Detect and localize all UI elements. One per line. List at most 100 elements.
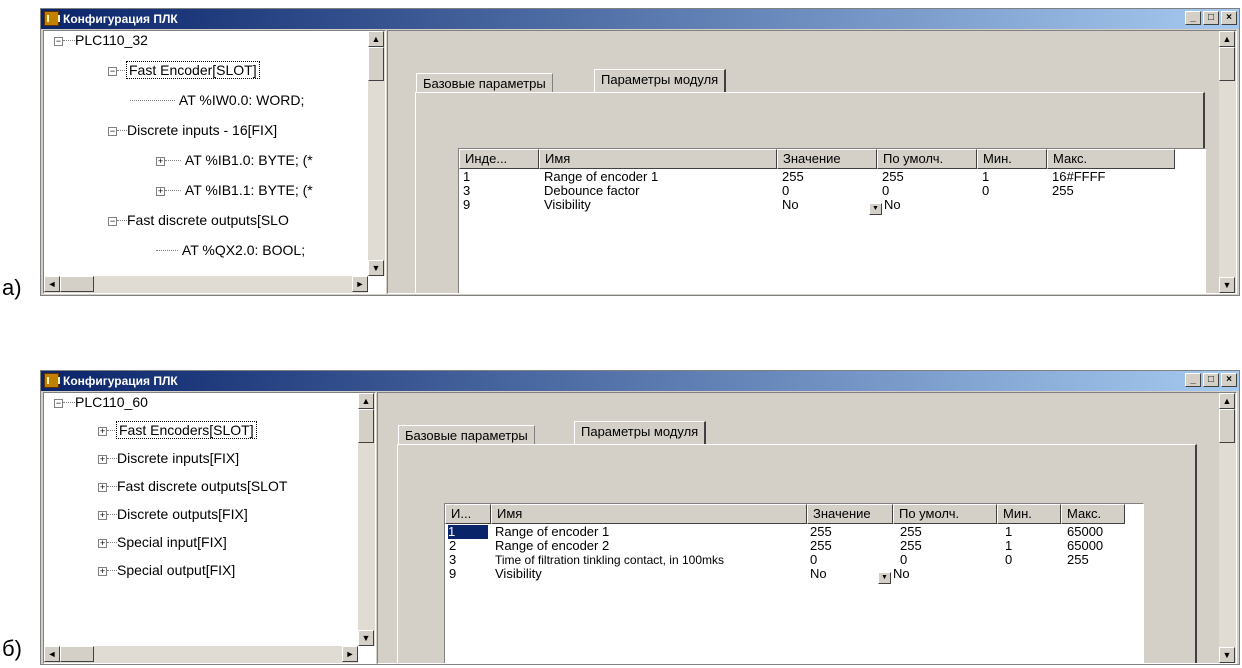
scroll-thumb[interactable] [368,47,384,81]
tab-module-params[interactable]: Параметры модуля [574,421,707,445]
scroll-thumb[interactable] [1219,47,1235,81]
cell-value[interactable]: 255 [782,170,804,184]
scroll-thumb[interactable] [60,276,94,292]
column-header-max[interactable]: Макс. [1047,149,1175,169]
scroll-left-icon[interactable]: ◄ [44,646,60,662]
scroll-up-icon[interactable]: ▲ [1219,393,1235,409]
tree-horizontal-scrollbar[interactable]: ◄ ► [44,276,368,293]
plc-config-window-a: Конфигурация ПЛК _ □ × − PLC110_32 − Fast … [40,8,1240,296]
cell-default: No [893,566,910,581]
tab-module-params[interactable]: Параметры модуля [594,69,727,93]
tab-base-params[interactable]: Базовые параметры [416,73,553,94]
tree-horizontal-scrollbar[interactable]: ◄ ► [44,646,358,663]
minimize-button[interactable]: _ [1185,11,1201,25]
cell-value[interactable]: 0 [810,553,817,567]
scroll-down-icon[interactable]: ▼ [358,630,374,646]
column-header-default[interactable]: По умолч. [893,504,997,524]
collapse-icon[interactable]: − [54,399,63,408]
scroll-down-icon[interactable]: ▼ [1219,277,1235,293]
cell-index[interactable]: 1 [463,170,470,184]
column-header-default[interactable]: По умолч. [877,149,977,169]
cell-value[interactable]: 0 [782,184,789,198]
scroll-down-icon[interactable]: ▼ [368,260,384,276]
column-header-min[interactable]: Мин. [977,149,1047,169]
expand-icon[interactable]: + [98,483,107,492]
collapse-icon[interactable]: − [108,67,117,76]
scroll-thumb[interactable] [1219,409,1235,443]
tree-vertical-scrollbar[interactable]: ▲ ▼ [358,393,375,646]
collapse-icon[interactable]: − [54,37,63,46]
tree-node-fast-discrete-outputs[interactable]: + Fast discrete outputs[SLOT [98,477,287,495]
scroll-right-icon[interactable]: ► [342,646,358,662]
maximize-button[interactable]: □ [1203,373,1219,387]
tree-node-io-channel[interactable]: AT %IW0.0: WORD; [130,91,304,109]
column-header-max[interactable]: Макс. [1061,504,1125,524]
expand-icon[interactable]: + [98,511,107,520]
tree-node-root[interactable]: − PLC110_60 [54,393,148,411]
cell-index[interactable]: 3 [449,553,456,567]
cell-name: Debounce factor [544,183,640,198]
tree-node-fast-encoder[interactable]: − Fast Encoder[SLOT] [108,61,260,79]
minimize-button[interactable]: _ [1185,373,1201,387]
dropdown-arrow-icon[interactable]: ▼ [869,203,882,215]
tree-node-root[interactable]: − PLC110_32 [54,31,148,49]
tree-node-discrete-inputs[interactable]: + Discrete inputs[FIX] [98,449,239,467]
cell-value[interactable]: No [782,198,799,212]
maximize-icon: □ [1207,12,1215,23]
minimize-icon: _ [1190,12,1196,23]
cell-index[interactable]: 2 [449,539,456,553]
expand-icon[interactable]: + [156,157,165,166]
tree-node-special-input[interactable]: + Special input[FIX] [98,533,227,551]
column-header-value[interactable]: Значение [807,504,893,524]
cell-index[interactable]: 1 [447,524,489,540]
expand-icon[interactable]: + [98,455,107,464]
tree-vertical-scrollbar[interactable]: ▲ ▼ [368,31,385,276]
expand-icon[interactable]: + [156,187,165,196]
collapse-icon[interactable]: − [108,127,117,136]
tree-node-discrete-inputs[interactable]: − Discrete inputs - 16[FIX] [108,121,277,139]
column-header-index[interactable]: И... [445,504,491,524]
close-button[interactable]: × [1221,373,1237,387]
cell-value[interactable]: 255 [810,539,832,553]
cell-index[interactable]: 3 [463,184,470,198]
scroll-up-icon[interactable]: ▲ [1219,31,1235,47]
column-header-min[interactable]: Мин. [997,504,1061,524]
cell-index[interactable]: 9 [463,198,470,212]
pane-vertical-scrollbar[interactable]: ▲ ▼ [1219,31,1236,293]
expand-icon[interactable]: + [98,567,107,576]
scroll-left-icon[interactable]: ◄ [44,276,60,292]
value-dropdown[interactable]: ▼ No [878,567,910,584]
collapse-icon[interactable]: − [108,217,117,226]
column-header-index[interactable]: Инде... [459,149,539,169]
scroll-thumb[interactable] [60,646,94,662]
scroll-up-icon[interactable]: ▲ [358,393,374,409]
scroll-down-icon[interactable]: ▼ [1219,647,1235,663]
expand-icon[interactable]: + [98,539,107,548]
window-title: Конфигурация ПЛК [63,374,178,388]
cell-value[interactable]: 255 [810,525,832,539]
dropdown-arrow-icon[interactable]: ▼ [878,572,891,584]
value-dropdown[interactable]: ▼ No [869,198,901,215]
scroll-thumb[interactable] [358,409,374,443]
column-header-name[interactable]: Имя [539,149,777,169]
close-button[interactable]: × [1221,11,1237,25]
tree-node-io-channel[interactable]: + AT %IB1.0: BYTE; (* [156,151,313,169]
tree-node-io-channel[interactable]: AT %QX2.0: BOOL; [156,241,305,259]
tree-node-special-output[interactable]: + Special output[FIX] [98,561,235,579]
column-header-name[interactable]: Имя [491,504,807,524]
column-header-value[interactable]: Значение [777,149,877,169]
tab-base-params[interactable]: Базовые параметры [398,425,535,446]
scroll-right-icon[interactable]: ► [352,276,368,292]
tree-node-fast-encoders[interactable]: + Fast Encoders[SLOT] [98,421,257,439]
tree-node-fast-discrete-outputs[interactable]: − Fast discrete outputs[SLO [108,211,289,229]
tree-node-discrete-outputs[interactable]: + Discrete outputs[FIX] [98,505,248,523]
maximize-button[interactable]: □ [1203,11,1219,25]
scroll-up-icon[interactable]: ▲ [368,31,384,47]
cell-value[interactable]: No [810,567,827,581]
tree-node-io-channel[interactable]: + AT %IB1.1: BYTE; (* [156,181,313,199]
pane-vertical-scrollbar[interactable]: ▲ ▼ [1219,393,1236,663]
plc-config-window-b: Конфигурация ПЛК _ □ × − PLC110_60 + Fast … [40,370,1240,665]
cell-index[interactable]: 9 [449,567,456,581]
expand-icon[interactable]: + [98,427,107,436]
cell-name: Range of encoder 2 [495,538,610,553]
